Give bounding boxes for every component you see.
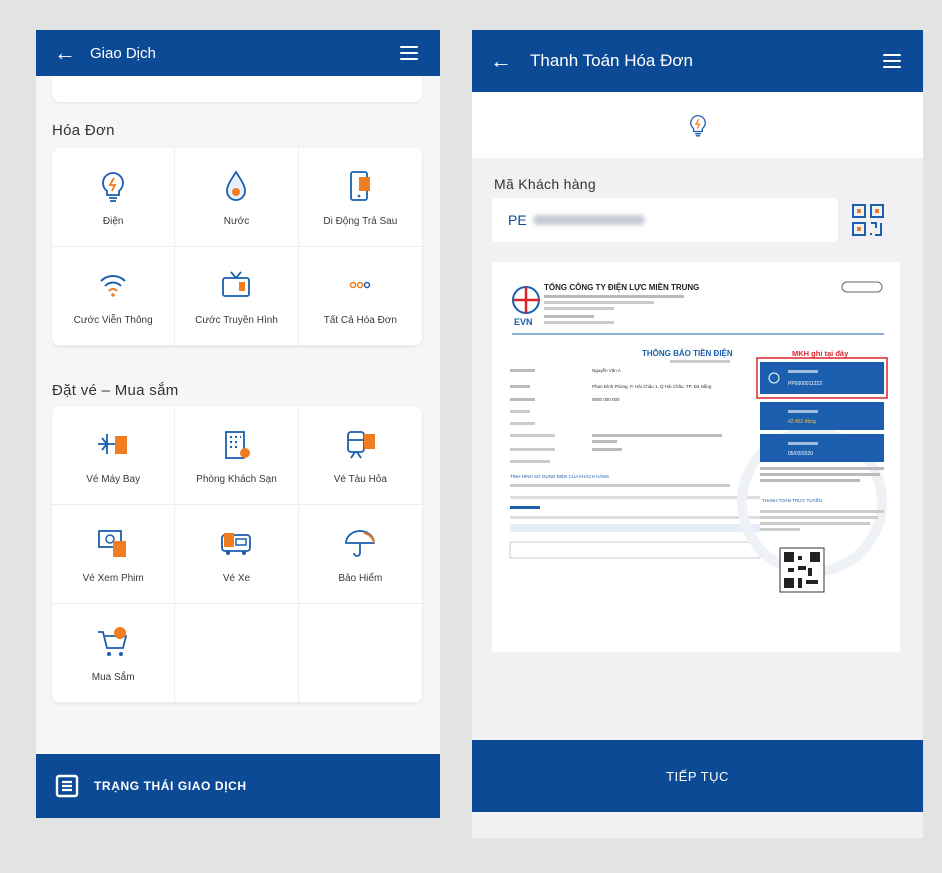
section-title-bills: Hóa Đơn (52, 122, 115, 139)
shopping-cart-icon (98, 626, 128, 656)
bill-address: Phan Đình Phùng, P. Hải Châu 1, Q Hải Ch… (592, 383, 712, 389)
booking-item-bus[interactable]: Vé Xe (175, 505, 299, 604)
blurred-customer-code (532, 215, 645, 225)
customer-code-input[interactable]: PE (492, 198, 838, 242)
bill-image: EVN TỔNG CÔNG TY ĐIỆN LỰC MIỀN TRUNG THÔ… (509, 281, 888, 593)
empty-cell (175, 604, 299, 703)
more-dots-icon (350, 281, 371, 288)
bill-amount: 42.452 đồng (788, 419, 816, 425)
water-drop-icon (226, 169, 247, 201)
bill-qr-code (779, 547, 825, 593)
wifi-icon (100, 274, 126, 297)
transactions-screen: ← Giao Dịch Hóa Đơn Điện Nước Di Động Tr… (36, 30, 440, 818)
booking-item-flight[interactable]: Vé Máy Bay (52, 406, 176, 505)
bill-item-label: Tất Cả Hóa Đơn (323, 314, 397, 326)
mobile-phone-icon (350, 170, 371, 201)
bus-ticket-icon (221, 532, 252, 555)
movie-ticket-icon (98, 529, 127, 557)
lightbulb-icon (102, 171, 125, 202)
booking-item-hotel[interactable]: Phòng Khách Sạn (175, 406, 299, 505)
tv-icon (222, 270, 251, 297)
transactions-header: ← Giao Dịch (36, 30, 440, 76)
bill-item-label: Điện (102, 215, 124, 227)
empty-cell (298, 604, 422, 703)
booking-item-label: Phòng Khách Sạn (196, 473, 277, 485)
transaction-status-button[interactable]: TRẠNG THÁI GIAO DỊCH (36, 754, 440, 818)
bill-customer-code: PP0000011222 (788, 381, 822, 387)
booking-item-label: Vé Xem Phim (82, 572, 144, 584)
continue-button[interactable]: TIẾP TỤC (472, 740, 923, 812)
bill-item-water[interactable]: Nước (175, 148, 299, 247)
bill-item-cable-tv[interactable]: Cước Truyền Hình (175, 247, 299, 346)
bill-due-date: 05/03/2020 (788, 451, 813, 457)
booking-item-label: Vé Xe (222, 572, 251, 584)
service-icon-box (472, 92, 923, 158)
menu-icon[interactable] (400, 46, 418, 60)
section-title-booking: Đặt vé – Mua sắm (52, 382, 179, 399)
bill-item-postpaid-mobile[interactable]: Di Động Trả Sau (298, 148, 422, 247)
bill-phone: 0000 000 000 (592, 397, 620, 402)
evn-logo-text: EVN (514, 317, 533, 327)
sample-electricity-bill: EVN TỔNG CÔNG TY ĐIỆN LỰC MIỀN TRUNG THÔ… (492, 262, 900, 652)
customer-code-value: PE (508, 212, 527, 228)
notice-title: THÔNG BÁO TIỀN ĐIỆN (642, 348, 733, 358)
header-title: Giao Dịch (90, 44, 156, 62)
bill-payment-screen: ← Thanh Toán Hóa Đơn Mã Khách hàng PE EV… (472, 30, 923, 838)
airplane-ticket-icon (98, 433, 128, 454)
booking-grid: Vé Máy Bay Phòng Khách Sạn Vé Tàu Hỏa Vé… (52, 406, 422, 703)
lightbulb-icon (689, 114, 706, 137)
booking-item-label: Vé Tàu Hỏa (333, 473, 387, 485)
header-title: Thanh Toán Hóa Đơn (530, 51, 693, 70)
bill-item-label: Cước Viễn Thông (73, 314, 153, 326)
booking-item-insurance[interactable]: Bảo Hiểm (298, 505, 422, 604)
scrolled-card-remnant (52, 76, 422, 102)
bills-grid: Điện Nước Di Động Trả Sau Cước Viễn Thôn… (52, 148, 422, 346)
booking-item-label: Mua Sắm (91, 671, 135, 683)
booking-item-label: Vé Máy Bay (86, 473, 141, 485)
customer-code-annotation: MKH ghi tại đây (792, 349, 849, 358)
booking-item-shopping[interactable]: Mua Sắm (52, 604, 176, 703)
customer-code-label: Mã Khách hàng (494, 176, 596, 192)
menu-icon[interactable] (883, 54, 901, 68)
booking-item-train[interactable]: Vé Tàu Hỏa (298, 406, 422, 505)
bill-item-electricity[interactable]: Điện (52, 148, 176, 247)
bill-customer-name: Nguyễn Văn A (592, 367, 621, 373)
back-arrow-icon[interactable]: ← (54, 40, 78, 66)
bill-item-label: Nước (223, 215, 250, 227)
train-ticket-icon (347, 430, 376, 458)
bill-payment-header: ← Thanh Toán Hóa Đơn (472, 30, 923, 92)
umbrella-icon (345, 529, 376, 557)
bill-item-label: Di Động Trả Sau (323, 215, 398, 227)
back-arrow-icon[interactable]: ← (490, 48, 514, 74)
usage-section-title: TÌNH HÌNH SỬ DỤNG ĐIỆN CỦA KHÁCH HÀNG (510, 472, 610, 479)
transaction-status-label: TRẠNG THÁI GIAO DỊCH (94, 779, 247, 793)
bill-company: TỔNG CÔNG TY ĐIỆN LỰC MIỀN TRUNG (544, 282, 699, 292)
bill-item-label: Cước Truyền Hình (195, 314, 278, 326)
booking-item-movie[interactable]: Vé Xem Phim (52, 505, 176, 604)
booking-item-label: Bảo Hiểm (338, 572, 383, 584)
bill-item-all-bills[interactable]: Tất Cả Hóa Đơn (298, 247, 422, 346)
bill-item-telecom[interactable]: Cước Viễn Thông (52, 247, 176, 346)
document-list-icon (55, 774, 79, 798)
hotel-icon (225, 430, 251, 459)
qr-scan-icon[interactable] (850, 202, 886, 238)
payment-section-title: THANH TOÁN TRỰC TUYẾN (762, 497, 822, 503)
